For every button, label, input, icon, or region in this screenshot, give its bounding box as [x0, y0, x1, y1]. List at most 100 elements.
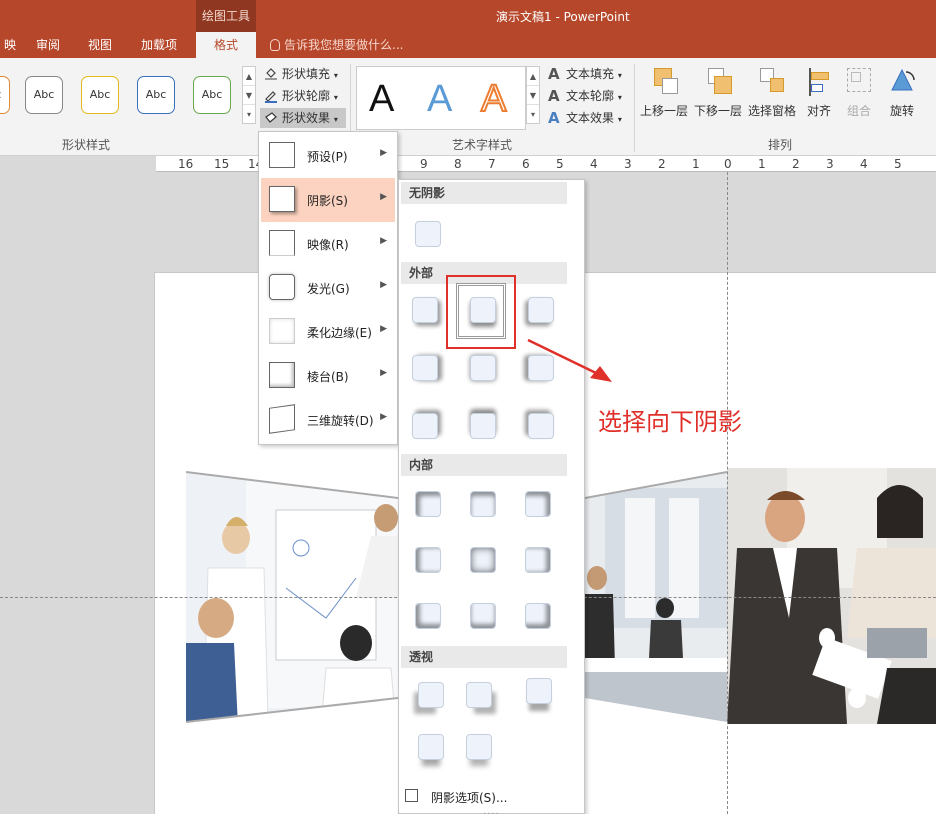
inner-shadow-option[interactable]	[470, 547, 496, 573]
scroll-up-icon[interactable]: ▲	[243, 67, 255, 86]
tell-me-search[interactable]: 告诉我您想要做什么...	[270, 32, 403, 58]
shape-style-swatch[interactable]: Abc	[193, 76, 231, 114]
group-label-wordart: 艺术字样式	[452, 138, 513, 152]
menu-item-label: 柔化边缘(E)	[307, 326, 372, 340]
shape-outline-button[interactable]: 形状轮廓 ▾	[260, 86, 346, 106]
menu-item-label: 棱台(B)	[307, 370, 349, 384]
office-photo-right[interactable]	[727, 468, 936, 724]
text-effects-button[interactable]: A 文本效果 ▾	[546, 108, 622, 128]
bring-forward-icon	[650, 66, 678, 96]
outer-shadow-option[interactable]	[412, 355, 438, 381]
send-backward-label: 下移一层	[693, 104, 742, 118]
menu-item-label: 预设(P)	[307, 150, 348, 164]
text-outline-button[interactable]: A 文本轮廓 ▾	[546, 86, 622, 106]
text-fill-label: 文本填充	[566, 67, 615, 81]
tab-format[interactable]: 格式	[196, 32, 256, 58]
inner-shadow-option[interactable]	[525, 491, 551, 517]
menu-item-bevel[interactable]: 棱台(B) ▶	[261, 354, 395, 398]
resize-grip-icon[interactable]: ····	[483, 809, 500, 814]
shape-style-swatch[interactable]: Abc	[25, 76, 63, 114]
group-separator	[634, 64, 635, 152]
shape-effects-button[interactable]: 形状效果 ▾	[260, 108, 346, 128]
rotate-button[interactable]: 旋转	[884, 66, 920, 136]
inner-shadow-option[interactable]	[470, 491, 496, 517]
send-backward-button[interactable]: 下移一层	[692, 66, 744, 136]
wordart-sample[interactable]: A	[427, 79, 452, 119]
outer-shadow-option[interactable]	[470, 355, 496, 381]
shape-style-swatch[interactable]: Abc	[137, 76, 175, 114]
rotate-label: 旋转	[889, 104, 914, 118]
ruler-label: 1	[692, 157, 700, 171]
menu-item-3d-rotation[interactable]: 三维旋转(D) ▶	[261, 398, 395, 442]
ruler-label: 1	[758, 157, 766, 171]
menu-item-label: 阴影(S)	[307, 194, 348, 208]
wordart-sample[interactable]: A	[480, 78, 507, 120]
reflection-icon	[269, 230, 295, 256]
outer-shadow-option[interactable]	[470, 413, 496, 439]
gallery-expand-icon[interactable]: ▾	[527, 105, 539, 124]
outer-shadow-option[interactable]	[412, 413, 438, 439]
business-meeting-image	[727, 468, 936, 724]
inner-shadow-option[interactable]	[470, 603, 496, 629]
submenu-arrow-icon: ▶	[380, 192, 387, 202]
align-button[interactable]: 对齐	[802, 66, 836, 136]
menu-item-reflection[interactable]: 映像(R) ▶	[261, 222, 395, 266]
perspective-shadow-option[interactable]	[466, 682, 492, 708]
menu-item-glow[interactable]: 发光(G) ▶	[261, 266, 395, 310]
submenu-arrow-icon: ▶	[380, 236, 387, 246]
perspective-shadow-option[interactable]	[418, 682, 444, 708]
tab-review[interactable]: 审阅	[28, 32, 68, 58]
outer-shadow-option[interactable]	[528, 413, 554, 439]
scroll-up-icon[interactable]: ▲	[527, 67, 539, 86]
group-label-arrange: 排列	[768, 138, 793, 152]
tab-addins[interactable]: 加载项	[133, 32, 185, 58]
vertical-guide	[727, 172, 728, 814]
scroll-down-icon[interactable]: ▼	[243, 86, 255, 105]
selection-pane-button[interactable]: 选择窗格	[746, 66, 798, 136]
shadow-submenu: 无阴影 外部 内部 透视 阴影选项(S)... ····	[398, 179, 585, 814]
group-button[interactable]: 组合	[842, 66, 876, 136]
menu-item-soft-edges[interactable]: 柔化边缘(E) ▶	[261, 310, 395, 354]
outer-shadow-option[interactable]	[412, 297, 438, 323]
shadow-icon	[269, 186, 295, 212]
wordart-gallery: A A A	[356, 66, 526, 130]
inner-shadow-option[interactable]	[415, 547, 441, 573]
inner-shadow-option[interactable]	[525, 603, 551, 629]
shape-style-swatch[interactable]: Abc	[0, 76, 10, 114]
tab-slideshow[interactable]: 映	[0, 32, 24, 58]
shape-style-swatch[interactable]: Abc	[81, 76, 119, 114]
scroll-down-icon[interactable]: ▼	[527, 86, 539, 105]
perspective-shadow-option[interactable]	[418, 734, 444, 760]
ruler-label: 4	[860, 157, 868, 171]
perspective-shadow-option[interactable]	[526, 678, 552, 704]
perspective-shadow-option[interactable]	[466, 734, 492, 760]
selection-pane-icon	[758, 66, 786, 96]
bring-forward-button[interactable]: 上移一层	[638, 66, 690, 136]
shadow-options-item[interactable]: 阴影选项(S)...	[403, 786, 583, 808]
ruler-label: 3	[624, 157, 632, 171]
gallery-expand-icon[interactable]: ▾	[243, 105, 255, 124]
no-shadow-option[interactable]	[415, 221, 441, 247]
outer-shadow-option[interactable]	[528, 297, 554, 323]
shape-fill-button[interactable]: 形状填充 ▾	[260, 64, 346, 84]
inner-shadow-option[interactable]	[415, 491, 441, 517]
ruler-label: 0	[724, 157, 732, 171]
outer-shadow-offset-bottom-option[interactable]	[470, 297, 496, 323]
ruler-label: 16	[178, 157, 194, 171]
wordart-sample[interactable]: A	[369, 79, 394, 119]
text-effects-label: 文本效果	[566, 111, 615, 125]
tab-view[interactable]: 视图	[80, 32, 120, 58]
ruler-label: 6	[522, 157, 530, 171]
pencil-icon	[265, 91, 277, 103]
glow-icon	[269, 274, 295, 300]
wordart-gallery-scroll[interactable]: ▲ ▼ ▾	[526, 66, 540, 124]
menu-item-shadow[interactable]: 阴影(S) ▶	[261, 178, 395, 222]
ruler-label: 2	[658, 157, 666, 171]
menu-item-preset[interactable]: 预设(P) ▶	[261, 134, 395, 178]
shape-style-gallery-scroll[interactable]: ▲ ▼ ▾	[242, 66, 256, 124]
submenu-arrow-icon: ▶	[380, 148, 387, 158]
text-fill-button[interactable]: A 文本填充 ▾	[546, 64, 622, 84]
section-header-inner: 内部	[401, 454, 567, 476]
inner-shadow-option[interactable]	[525, 547, 551, 573]
inner-shadow-option[interactable]	[415, 603, 441, 629]
